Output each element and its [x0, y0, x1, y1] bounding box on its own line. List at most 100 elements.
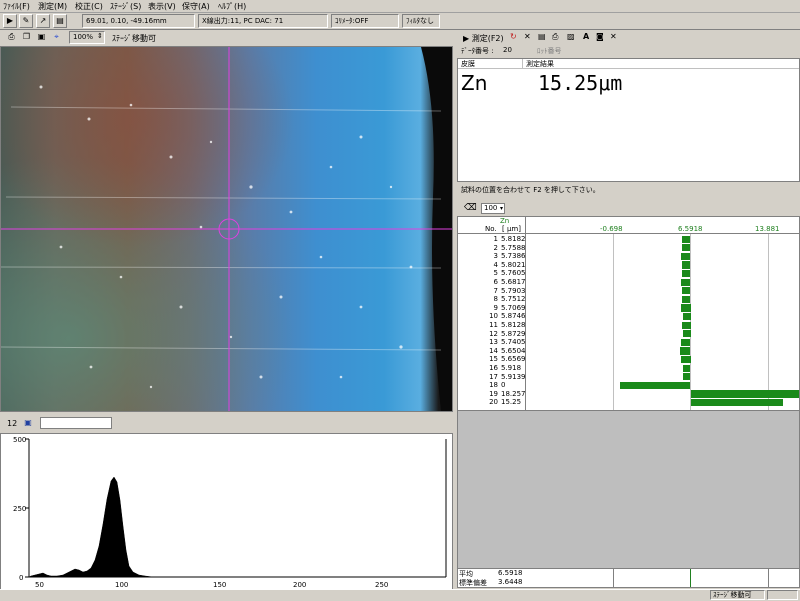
row-value: 5.8182: [501, 235, 526, 243]
stats-no-header: No.: [485, 225, 497, 233]
deviation-bar: [680, 347, 691, 355]
row-number: 9: [493, 303, 498, 312]
image-icon[interactable]: ▨: [567, 32, 575, 41]
y-tick-500: 500: [13, 436, 26, 444]
stats-summary: 平均 6.5918 標準偏差 3.6448: [457, 568, 800, 588]
table-row[interactable]: 6 5.6817: [458, 278, 799, 287]
row-number: 1: [493, 235, 498, 243]
measure-f2-button[interactable]: ▶ 測定(F2): [463, 33, 504, 44]
row-number: 19: [489, 389, 498, 398]
row-number: 3: [493, 252, 498, 261]
folder-icon[interactable]: ▤: [538, 32, 546, 41]
print-icon[interactable]: ⎙: [552, 32, 558, 42]
row-number: 20: [489, 398, 498, 407]
menu-help[interactable]: ﾍﾙﾌﾟ(H): [218, 1, 246, 12]
stats-unit-header: [ μm]: [502, 225, 521, 233]
stats-element: Zn: [500, 217, 510, 225]
chart-icon[interactable]: ↗: [36, 14, 50, 28]
edit-icon[interactable]: ✎: [19, 14, 33, 28]
close-icon[interactable]: ✕: [610, 32, 617, 41]
coating-header: 皮膜: [461, 60, 475, 68]
chevron-down-icon: ▾: [499, 205, 503, 212]
menu-calibrate[interactable]: 校正(C): [75, 1, 103, 12]
deviation-bar: [682, 261, 691, 269]
axis-mean: 6.5918: [678, 225, 703, 233]
measurement-result-panel: 皮膜 測定結果 Zn 15.25μm: [457, 58, 800, 182]
redo-icon[interactable]: ↻: [510, 32, 517, 41]
measured-thickness: 15.25μm: [538, 71, 623, 95]
element-name: Zn: [461, 71, 488, 95]
std-value: 3.6448: [498, 578, 523, 586]
status-bar: ｽﾃｰｼﾞ移動可: [0, 589, 800, 600]
mean-value: 6.5918: [498, 569, 523, 577]
camera-icon[interactable]: ◙: [596, 32, 604, 41]
table-row[interactable]: 18 0: [458, 381, 799, 390]
menu-measure[interactable]: 測定(M): [38, 1, 67, 12]
table-row[interactable]: 8 5.7512: [458, 295, 799, 304]
row-value: 18.257: [501, 389, 526, 398]
data-number-value: 20: [503, 46, 512, 54]
deviation-bar: [682, 235, 691, 243]
row-number: 17: [489, 372, 498, 381]
deviation-bar: [681, 244, 691, 252]
table-row[interactable]: 2 5.7588: [458, 244, 799, 253]
table-row[interactable]: 12 5.8729: [458, 330, 799, 339]
row-number: 8: [493, 295, 498, 304]
table-row[interactable]: 13 5.7405: [458, 338, 799, 347]
table-row[interactable]: 4 5.8021: [458, 261, 799, 270]
menu-maintenance[interactable]: 保守(A): [182, 1, 210, 12]
x-tick-100: 100: [115, 581, 128, 589]
spectrum-settings-icon[interactable]: ▣: [22, 417, 34, 429]
table-row[interactable]: 1 5.8182: [458, 235, 799, 244]
row-value: 5.7069: [501, 303, 526, 312]
table-row[interactable]: 3 5.7386: [458, 252, 799, 261]
data-number-label: ﾃﾞｰﾀ番号 :: [461, 47, 494, 55]
deviation-bar: [680, 355, 691, 364]
table-row[interactable]: 19 18.257: [458, 390, 799, 399]
deviation-bar: [681, 304, 691, 312]
stage-movable-label: ｽﾃｰｼﾞ移動可: [112, 34, 156, 43]
save-icon[interactable]: ▤: [53, 14, 67, 28]
row-value: 5.8128: [501, 321, 526, 329]
table-row[interactable]: 11 5.8128: [458, 321, 799, 330]
copy-icon[interactable]: ❐: [20, 31, 33, 44]
delete-icon[interactable]: ✕: [524, 32, 531, 41]
play-icon[interactable]: ▶: [3, 14, 17, 28]
y-tick-0: 0: [19, 574, 23, 582]
menu-file[interactable]: ﾌｧｲﾙ(F): [3, 1, 30, 12]
font-icon[interactable]: A: [583, 32, 589, 41]
row-value: 5.8746: [501, 312, 526, 321]
print-icon[interactable]: ⎙: [5, 31, 18, 44]
data-number-row: ﾃﾞｰﾀ番号 : 20 ﾛｯﾄ番号: [457, 45, 800, 57]
spectrum-info-field[interactable]: [40, 417, 112, 429]
menu-view[interactable]: 表示(V): [148, 1, 176, 12]
eraser-icon[interactable]: ⌫: [464, 203, 477, 213]
table-row[interactable]: 9 5.7069: [458, 304, 799, 313]
table-row[interactable]: 5 5.7605: [458, 269, 799, 278]
row-value: 5.7588: [501, 243, 526, 252]
sample-count-select[interactable]: 100 ▾: [481, 203, 505, 214]
table-row[interactable]: 14 5.6504: [458, 347, 799, 356]
table-row[interactable]: 17 5.9139: [458, 373, 799, 382]
row-value: 5.7903: [501, 286, 526, 295]
crosshair-icon[interactable]: ⌖: [50, 31, 63, 44]
table-row[interactable]: 10 5.8746: [458, 312, 799, 321]
y-tick-250: 250: [13, 505, 26, 513]
row-number: 5: [493, 269, 498, 278]
deviation-bar: [690, 390, 799, 398]
stage-coordinates: 69.01, 0.10, -49.16mm: [82, 14, 195, 28]
table-row[interactable]: 16 5.918: [458, 364, 799, 373]
spectrum-curve: [28, 476, 154, 578]
menu-stage[interactable]: ｽﾃｰｼﾞ(S): [110, 1, 141, 12]
status-pane: [767, 590, 798, 600]
zoom-spin-icon[interactable]: ⇕: [97, 32, 103, 40]
deviation-bar: [690, 398, 783, 407]
camera-view[interactable]: [0, 46, 453, 412]
axis-max: 13.881: [755, 225, 780, 233]
row-number: 11: [489, 321, 498, 329]
table-row[interactable]: 20 15.25: [458, 398, 799, 407]
table-row[interactable]: 15 5.6569: [458, 355, 799, 364]
capture-icon[interactable]: ▣: [35, 31, 48, 44]
spectrum-chart: 500 250 0 50 100 150 200 250: [0, 433, 453, 600]
table-row[interactable]: 7 5.7903: [458, 287, 799, 296]
